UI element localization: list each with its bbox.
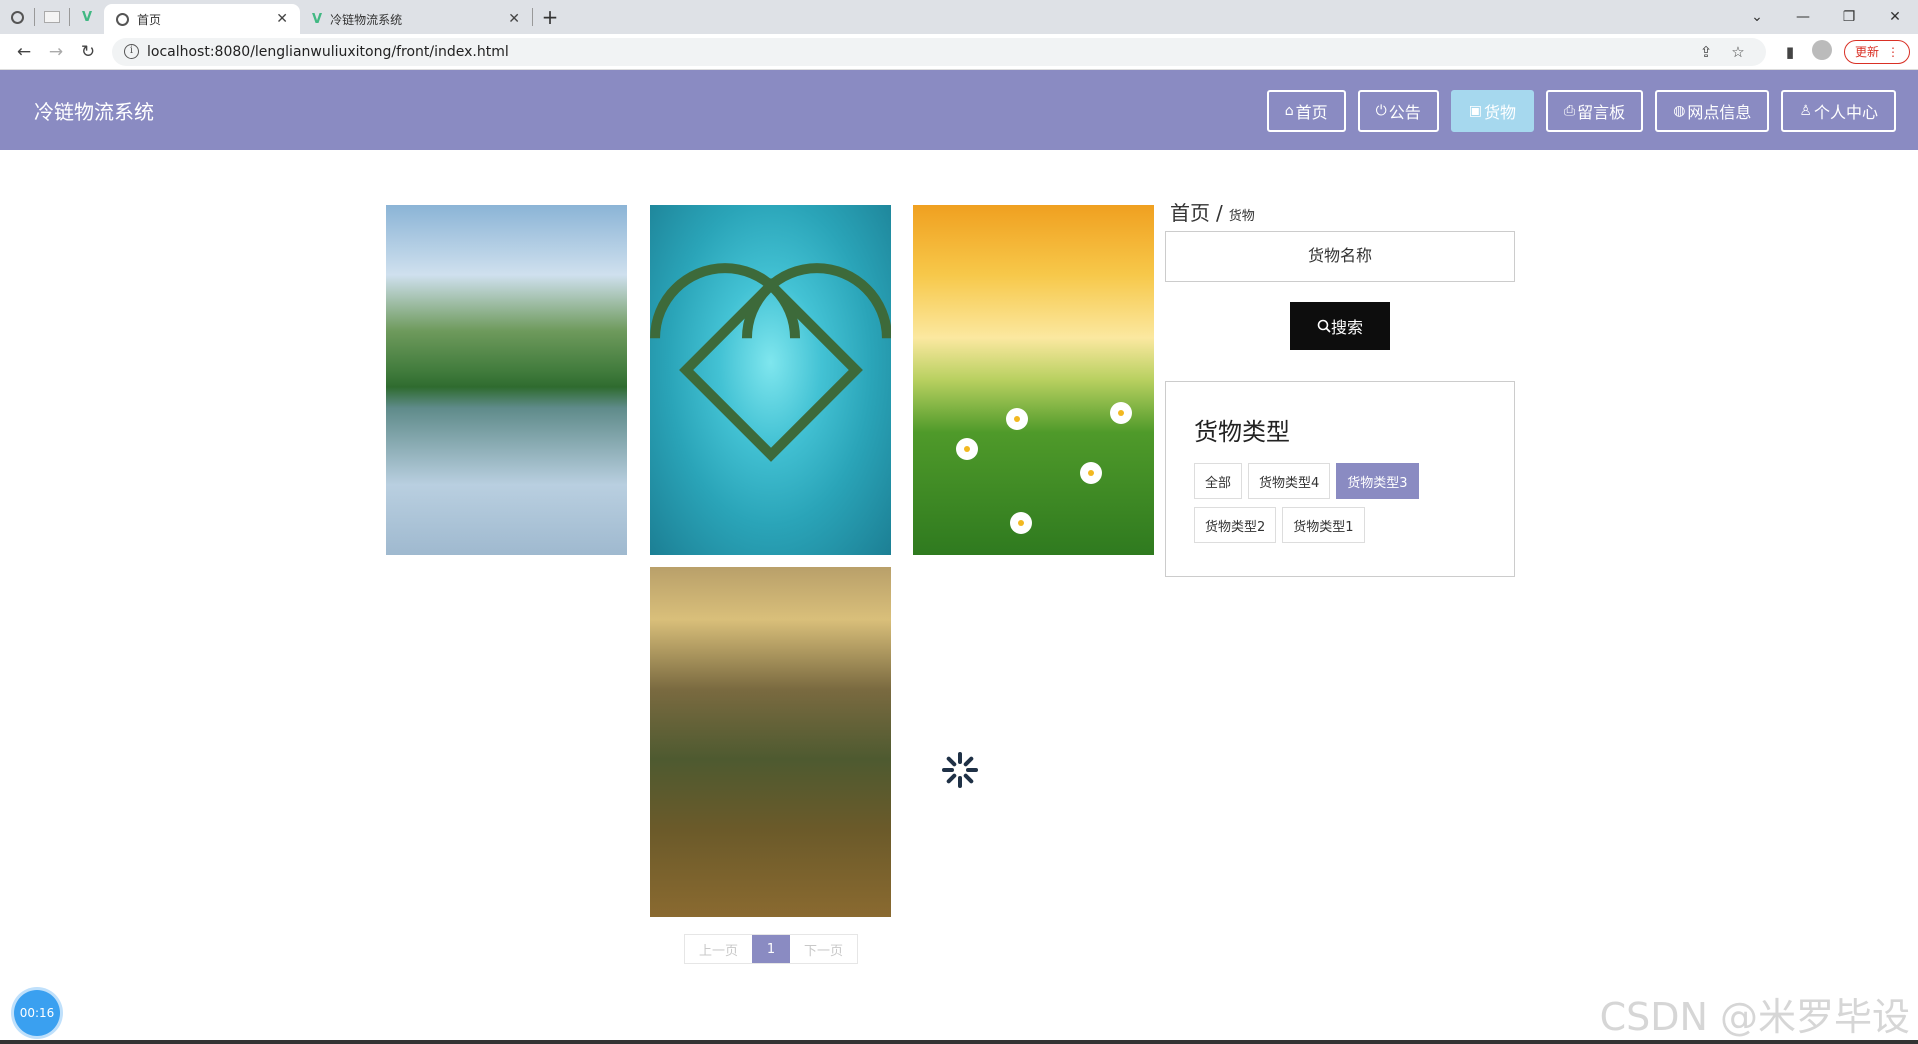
search-button-label: 搜索: [1330, 318, 1363, 337]
heart-island-shape: [678, 277, 863, 462]
image-icon: ▣: [1468, 103, 1482, 119]
forward-icon[interactable]: →: [40, 42, 72, 62]
nav-message-board-button[interactable]: ⎙ 留言板: [1545, 90, 1644, 132]
tab-pinned-2[interactable]: [35, 0, 69, 34]
daisy-flower: [1009, 411, 1025, 427]
nav-label: 留言板: [1577, 103, 1626, 122]
goods-card-mountain-lake[interactable]: [386, 205, 627, 555]
update-label: 更新: [1854, 45, 1879, 59]
browser-tab-title: 冷链物流系统: [330, 12, 403, 27]
goods-type-title: 货物类型: [1194, 418, 1290, 446]
page-number-button[interactable]: 1: [752, 935, 791, 963]
content-area: [0, 150, 1918, 1044]
vue-logo-icon: V: [312, 11, 323, 27]
type-filter-1[interactable]: 货物类型1: [1282, 507, 1365, 543]
close-icon[interactable]: ✕: [508, 11, 520, 27]
search-button[interactable]: 搜索: [1290, 302, 1390, 350]
new-tab-button[interactable]: +: [533, 0, 567, 34]
nav-label: 货物: [1483, 103, 1516, 122]
vue-logo-icon: V: [81, 9, 93, 25]
nav-goods-button[interactable]: ▣ 货物: [1450, 90, 1534, 132]
search-icon: [1317, 319, 1331, 333]
side-panel-icon[interactable]: ▮: [1774, 43, 1806, 61]
nav-label: 个人中心: [1813, 103, 1878, 122]
close-icon[interactable]: ✕: [276, 11, 288, 27]
address-bar: ← → ↻ i localhost:8080/lenglianwuliuxito…: [0, 34, 1918, 70]
profile-icon[interactable]: [1806, 39, 1838, 64]
close-window-icon[interactable]: ✕: [1872, 9, 1918, 25]
bookmark-star-icon[interactable]: ☆: [1722, 43, 1754, 61]
browser-tab-bar: V 首页 ✕ V 冷链物流系统 ✕ + ⌄ — ❐ ✕: [0, 0, 1918, 34]
globe-icon: ◍: [1673, 103, 1686, 119]
nav-personal-center-button[interactable]: ♙ 个人中心: [1781, 90, 1896, 132]
recording-timer-badge[interactable]: 00:16: [14, 990, 60, 1036]
printer-icon: ⎙: [1563, 103, 1576, 119]
share-icon[interactable]: ⇪: [1690, 43, 1722, 61]
tab-pinned-1[interactable]: [0, 0, 34, 34]
tab-pinned-3[interactable]: V: [70, 0, 104, 34]
daisy-flower: [1083, 465, 1099, 481]
watermark: CSDN @米罗毕设: [1599, 995, 1910, 1039]
site-header: 冷链物流系统 ⌂ 首页 ⏻ 公告 ▣ 货物 ⎙ 留言板 ◍ 网点信息 ♙ 个人中心: [0, 70, 1918, 150]
type-filter-3[interactable]: 货物类型3: [1336, 463, 1419, 499]
type-filter-all[interactable]: 全部: [1194, 463, 1243, 499]
main-nav: ⌂ 首页 ⏻ 公告 ▣ 货物 ⎙ 留言板 ◍ 网点信息 ♙ 个人中心: [1266, 90, 1896, 132]
loading-spinner-icon: [942, 752, 978, 788]
blank-page-icon: [44, 11, 60, 23]
breadcrumb-separator: /: [1216, 201, 1223, 225]
daisy-flower: [1113, 405, 1129, 421]
breadcrumb-home[interactable]: 首页: [1170, 201, 1210, 225]
goods-name-search-input[interactable]: [1165, 231, 1515, 282]
home-icon: ⌂: [1284, 103, 1294, 119]
restore-icon[interactable]: ❐: [1826, 9, 1872, 25]
tab-search-icon[interactable]: ⌄: [1734, 9, 1780, 25]
nav-label: 网点信息: [1687, 103, 1752, 122]
type-filter-2[interactable]: 货物类型2: [1194, 507, 1277, 543]
globe-icon: [10, 10, 24, 24]
nav-outlet-info-button[interactable]: ◍ 网点信息: [1655, 90, 1770, 132]
avatar: [1811, 39, 1832, 60]
goods-card-mountain-valley[interactable]: [650, 567, 891, 917]
daisy-flower: [959, 441, 975, 457]
bottom-edge-bar: [0, 1040, 1918, 1044]
globe-icon: [116, 12, 129, 26]
minimize-icon[interactable]: —: [1780, 9, 1826, 25]
nav-label: 公告: [1388, 103, 1421, 122]
user-icon: ♙: [1799, 103, 1812, 119]
nav-label: 首页: [1295, 103, 1328, 122]
browser-tab-home[interactable]: 首页 ✕: [104, 4, 300, 34]
breadcrumb: 首页 / 货物: [1170, 197, 1255, 226]
prev-page-button[interactable]: 上一页: [685, 935, 752, 963]
more-menu-icon[interactable]: ⋮: [1887, 45, 1899, 59]
daisy-flower: [1013, 515, 1029, 531]
url-text: localhost:8080/lenglianwuliuxitong/front…: [147, 43, 509, 60]
window-controls: ⌄ — ❐ ✕: [1734, 0, 1918, 34]
browser-tab-title: 首页: [137, 12, 162, 27]
type-filter-4[interactable]: 货物类型4: [1248, 463, 1331, 499]
goods-card-daisy-field[interactable]: [913, 205, 1154, 555]
site-info-icon[interactable]: i: [124, 44, 139, 59]
next-page-button[interactable]: 下一页: [790, 935, 857, 963]
power-icon: ⏻: [1375, 103, 1387, 119]
site-title: 冷链物流系统: [34, 99, 154, 124]
pagination: 上一页 1 下一页: [684, 934, 859, 964]
browser-tab-system[interactable]: V 冷链物流系统 ✕: [300, 4, 532, 34]
back-icon[interactable]: ←: [8, 42, 40, 62]
nav-home-button[interactable]: ⌂ 首页: [1266, 90, 1346, 132]
update-button[interactable]: 更新 ⋮: [1843, 39, 1910, 64]
breadcrumb-current: 货物: [1228, 209, 1255, 224]
reload-icon[interactable]: ↻: [72, 42, 104, 62]
goods-type-list: 全部 货物类型4 货物类型3 货物类型2 货物类型1: [1194, 463, 1494, 543]
nav-announcement-button[interactable]: ⏻ 公告: [1357, 90, 1439, 132]
goods-card-heart-island[interactable]: [650, 205, 891, 555]
goods-type-panel: 货物类型 全部 货物类型4 货物类型3 货物类型2 货物类型1: [1165, 381, 1515, 577]
url-field[interactable]: i localhost:8080/lenglianwuliuxitong/fro…: [112, 37, 1766, 66]
